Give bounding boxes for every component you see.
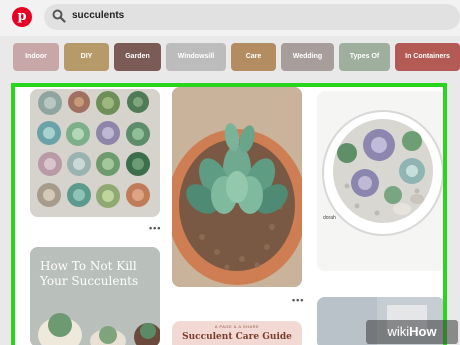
watermark-prefix: wiki — [387, 324, 410, 339]
pin-succulent-care-guide[interactable]: A PAGE & A SHARE Succulent Care Guide — [172, 321, 302, 345]
pin-title: How To Not Kill Your Succulents — [40, 259, 139, 288]
watermark-suffix: How — [409, 324, 437, 339]
chip-in-containers[interactable]: In Containers — [395, 43, 460, 71]
wikihow-watermark: wikiHow — [366, 320, 458, 344]
pin-more-options-icon[interactable]: ••• — [292, 295, 304, 305]
guided-search-chips: Indoor DIY Garden Windowsill Care Weddin… — [0, 40, 460, 74]
pin-succulent-bowl[interactable]: dorah — [317, 91, 443, 271]
pin-potted-succulent[interactable] — [172, 87, 302, 287]
chip-types-of[interactable]: Types Of — [339, 43, 390, 71]
chip-garden[interactable]: Garden — [114, 43, 161, 71]
pinterest-logo-icon[interactable]: p — [12, 7, 32, 27]
chip-wedding[interactable]: Wedding — [281, 43, 334, 71]
chip-indoor[interactable]: Indoor — [13, 43, 59, 71]
pin-results-grid: ••• ••• dorah How To Not Kill Your Succu… — [11, 83, 447, 345]
pin-kicker: A PAGE & A SHARE — [214, 324, 260, 329]
dorah-label: dorah — [323, 215, 336, 221]
search-icon — [52, 9, 66, 23]
pin-how-to-not-kill-succulents[interactable]: How To Not Kill Your Succulents — [30, 247, 160, 345]
pin-title: Succulent Care Guide — [182, 332, 292, 342]
pin-more-options-icon[interactable]: ••• — [149, 223, 161, 233]
potted-succulent-image — [172, 87, 302, 287]
succulent-bowl-image: dorah — [317, 91, 443, 271]
chip-diy[interactable]: DIY — [64, 43, 109, 71]
search-bar[interactable]: succulents — [44, 4, 460, 30]
chip-windowsill[interactable]: Windowsill — [166, 43, 226, 71]
succulent-grid-image — [30, 89, 160, 217]
pin-succulent-grid[interactable] — [30, 89, 160, 217]
search-query[interactable]: succulents — [72, 10, 124, 21]
top-bar: p succulents — [0, 0, 460, 36]
chip-care[interactable]: Care — [231, 43, 276, 71]
